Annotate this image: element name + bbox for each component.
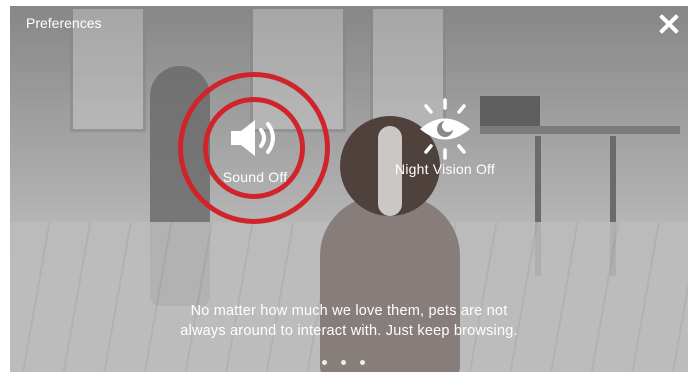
night-vision-label: Night Vision Off [395, 161, 495, 177]
pagination-dot[interactable] [360, 360, 365, 365]
caption-text: No matter how much we love them, pets ar… [10, 301, 688, 341]
preferences-screen: Preferences Sound Off Night Vision Off N… [10, 6, 688, 372]
sound-label: Sound Off [222, 169, 288, 185]
night-vision-toggle-button[interactable]: Night Vision Off [370, 98, 520, 177]
close-icon[interactable] [658, 13, 680, 35]
pagination-dots [322, 360, 365, 365]
pagination-dot[interactable] [341, 360, 346, 365]
caption-line-1: No matter how much we love them, pets ar… [190, 303, 508, 319]
sound-toggle-button[interactable]: Sound Off [200, 116, 310, 185]
caption-line-2: always around to interact with. Just kee… [180, 323, 518, 339]
speaker-icon [231, 120, 275, 156]
pagination-dot[interactable] [322, 360, 327, 365]
page-title: Preferences [26, 15, 102, 31]
night-vision-eye-icon [420, 98, 470, 160]
